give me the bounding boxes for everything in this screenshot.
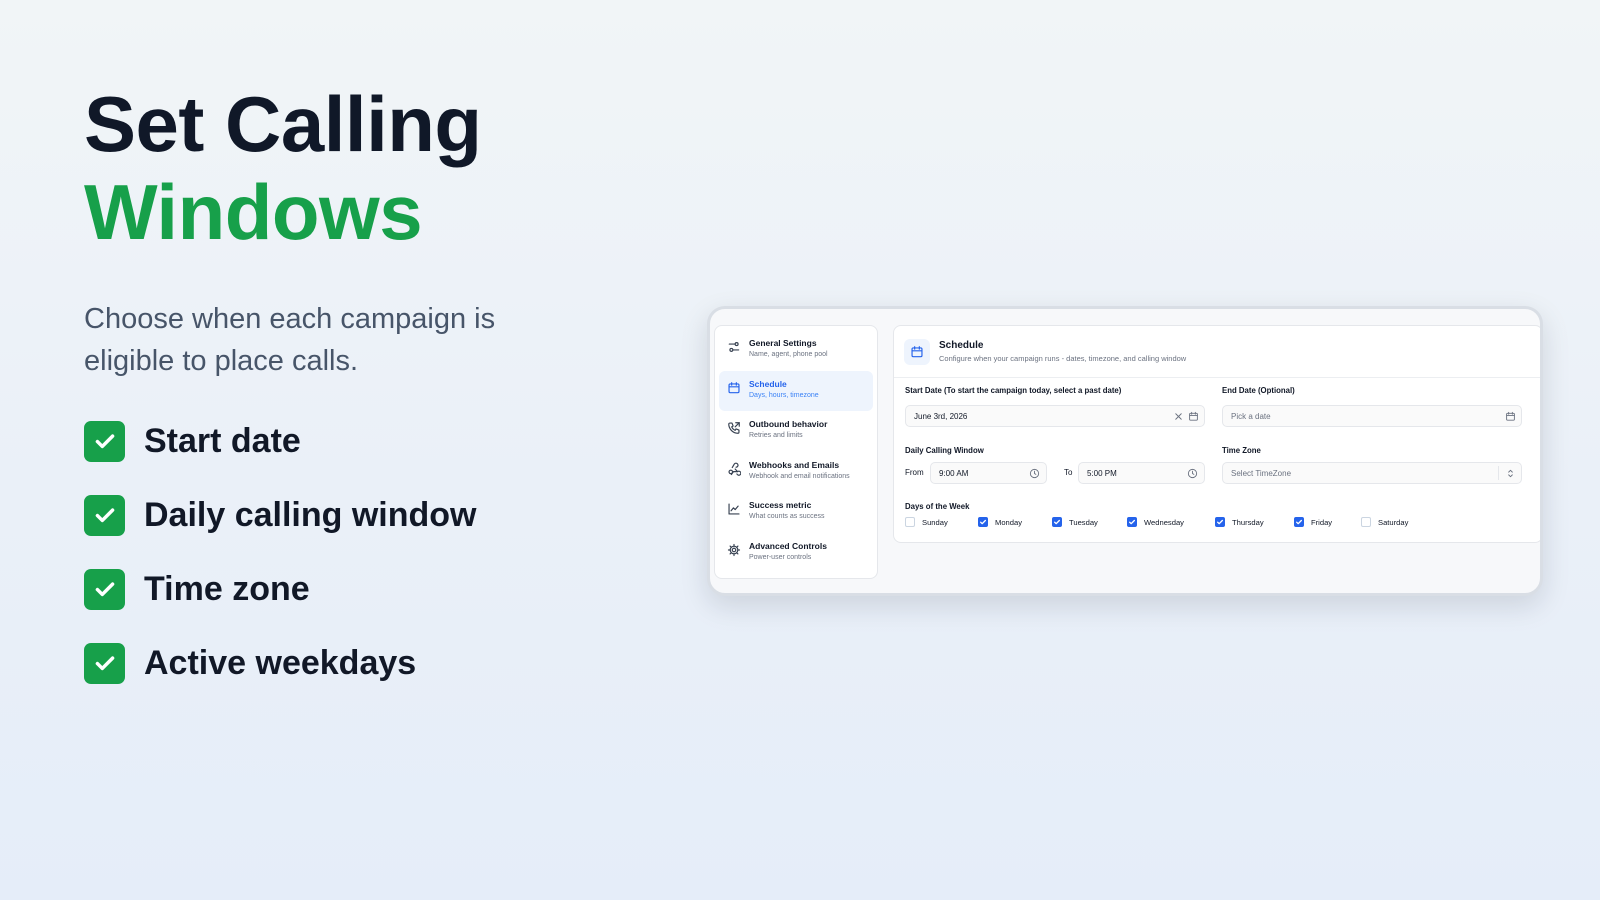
checkmark-icon [84,642,125,684]
sliders-icon [728,342,740,352]
time-zone-label: Time Zone [1222,446,1261,455]
checkbox-tuesday[interactable] [1052,517,1062,527]
hero-title: Set Calling Windows [84,80,604,256]
from-label: From [905,468,924,477]
day-label: Monday [995,517,1023,527]
end-date-label: End Date (Optional) [1222,386,1295,395]
calendar-icon[interactable] [1188,411,1199,422]
sidebar-item-title: Advanced Controls [749,540,827,551]
clear-icon[interactable] [1173,411,1184,422]
clock-icon [1187,468,1198,479]
sidebar-item-general-settings[interactable]: General Settings Name, agent, phone pool [719,330,873,370]
checkbox-monday[interactable] [978,517,988,527]
day-saturday[interactable]: Saturday [1361,517,1431,527]
sidebar-item-title: Success metric [749,500,812,511]
sidebar-item-desc: Retries and limits [749,432,803,440]
day-friday[interactable]: Friday [1294,517,1361,527]
calling-window-label: Daily Calling Window [905,446,984,455]
feature-item: Start date [84,420,604,462]
time-zone-placeholder: Select TimeZone [1231,468,1292,478]
select-divider [1498,466,1499,480]
sidebar-item-desc: Name, agent, phone pool [749,351,828,358]
end-date-input[interactable]: Pick a date [1222,405,1522,427]
sidebar-item-success-metric[interactable]: Success metric What counts as success [719,492,873,532]
day-tuesday[interactable]: Tuesday [1052,517,1127,527]
day-label: Thursday [1232,517,1264,527]
sidebar-item-title: Outbound behavior [749,419,828,430]
feature-label: Time zone [144,569,310,608]
panel-description: Configure when your campaign runs - date… [939,354,1187,363]
day-label: Wednesday [1144,517,1184,527]
checkbox-thursday[interactable] [1215,517,1225,527]
clock-icon [1029,468,1040,479]
feature-list: Start date Daily calling window Time zon… [84,420,604,684]
sidebar-item-desc: What counts as success [749,513,825,521]
to-time-input[interactable]: 5:00 PM [1078,462,1205,484]
schedule-panel: Schedule Configure when your campaign ru… [893,325,1540,543]
sidebar-item-title: Webhooks and Emails [749,459,840,470]
calendar-icon [904,338,930,365]
feature-label: Start date [144,421,301,460]
day-label: Tuesday [1069,517,1098,527]
gear-icon [727,543,741,557]
panel-title: Schedule [939,340,984,351]
to-time-value: 5:00 PM [1087,468,1117,478]
sidebar-item-desc: Days, hours, timezone [749,391,819,399]
settings-sidebar: General Settings Name, agent, phone pool… [714,325,878,579]
webhook-icon [728,462,741,476]
checkbox-sunday[interactable] [905,517,915,527]
start-date-value: June 3rd, 2026 [914,411,968,421]
days-label: Days of the Week [905,502,970,511]
sidebar-item-desc: Power-user controls [749,553,812,561]
checkmark-icon [84,494,125,536]
sidebar-item-webhooks[interactable]: Webhooks and Emails Webhook and email no… [719,452,873,492]
checkmark-icon [84,568,125,610]
to-label: To [1064,468,1073,477]
checkbox-saturday[interactable] [1361,517,1371,527]
from-time-value: 9:00 AM [939,468,969,478]
hero-title-line1: Set Calling [84,80,482,168]
calendar-icon[interactable] [1505,411,1516,422]
sidebar-item-advanced-controls[interactable]: Advanced Controls Power-user controls [719,533,873,573]
checkmark-icon [84,420,125,462]
checkbox-wednesday[interactable] [1127,517,1137,527]
chevron-up-down-icon[interactable] [1505,468,1516,479]
sidebar-item-title: General Settings [749,338,817,348]
day-thursday[interactable]: Thursday [1215,517,1294,527]
hero-subtitle: Choose when each campaign is eligible to… [84,303,496,377]
day-label: Friday [1311,517,1333,527]
sidebar-item-schedule[interactable]: Schedule Days, hours, timezone [719,370,873,411]
end-date-placeholder: Pick a date [1231,411,1271,421]
feature-item: Active weekdays [84,642,604,684]
calendar-icon [728,381,740,393]
from-time-input[interactable]: 9:00 AM [930,462,1047,484]
phone-outgoing-icon [728,422,740,435]
day-label: Sunday [922,517,948,527]
day-monday[interactable]: Monday [978,517,1052,527]
sidebar-item-outbound-behavior[interactable]: Outbound behavior Retries and limits [719,411,873,451]
checkbox-friday[interactable] [1294,517,1304,527]
hero-title-line2: Windows [84,168,423,256]
day-sunday[interactable]: Sunday [905,517,978,527]
day-wednesday[interactable]: Wednesday [1127,517,1215,527]
sidebar-item-title: Schedule [749,378,787,389]
feature-label: Daily calling window [144,495,477,534]
time-zone-select[interactable]: Select TimeZone [1222,462,1522,484]
day-label: Saturday [1378,517,1409,527]
start-date-label: Start Date (To start the campaign today,… [905,386,1122,395]
start-date-input[interactable]: June 3rd, 2026 [905,405,1205,427]
feature-item: Daily calling window [84,494,604,536]
hero-section: Set Calling Windows Choose when each cam… [84,80,604,716]
feature-label: Active weekdays [144,643,417,682]
weekday-checkboxes: Sunday Monday Tuesday Wednesday Thursday… [905,517,1431,527]
feature-item: Time zone [84,568,604,610]
app-window: General Settings Name, agent, phone pool… [707,306,1543,596]
sidebar-item-desc: Webhook and email notifications [749,472,850,480]
panel-header: Schedule Configure when your campaign ru… [894,326,1540,378]
chart-icon [728,503,740,515]
